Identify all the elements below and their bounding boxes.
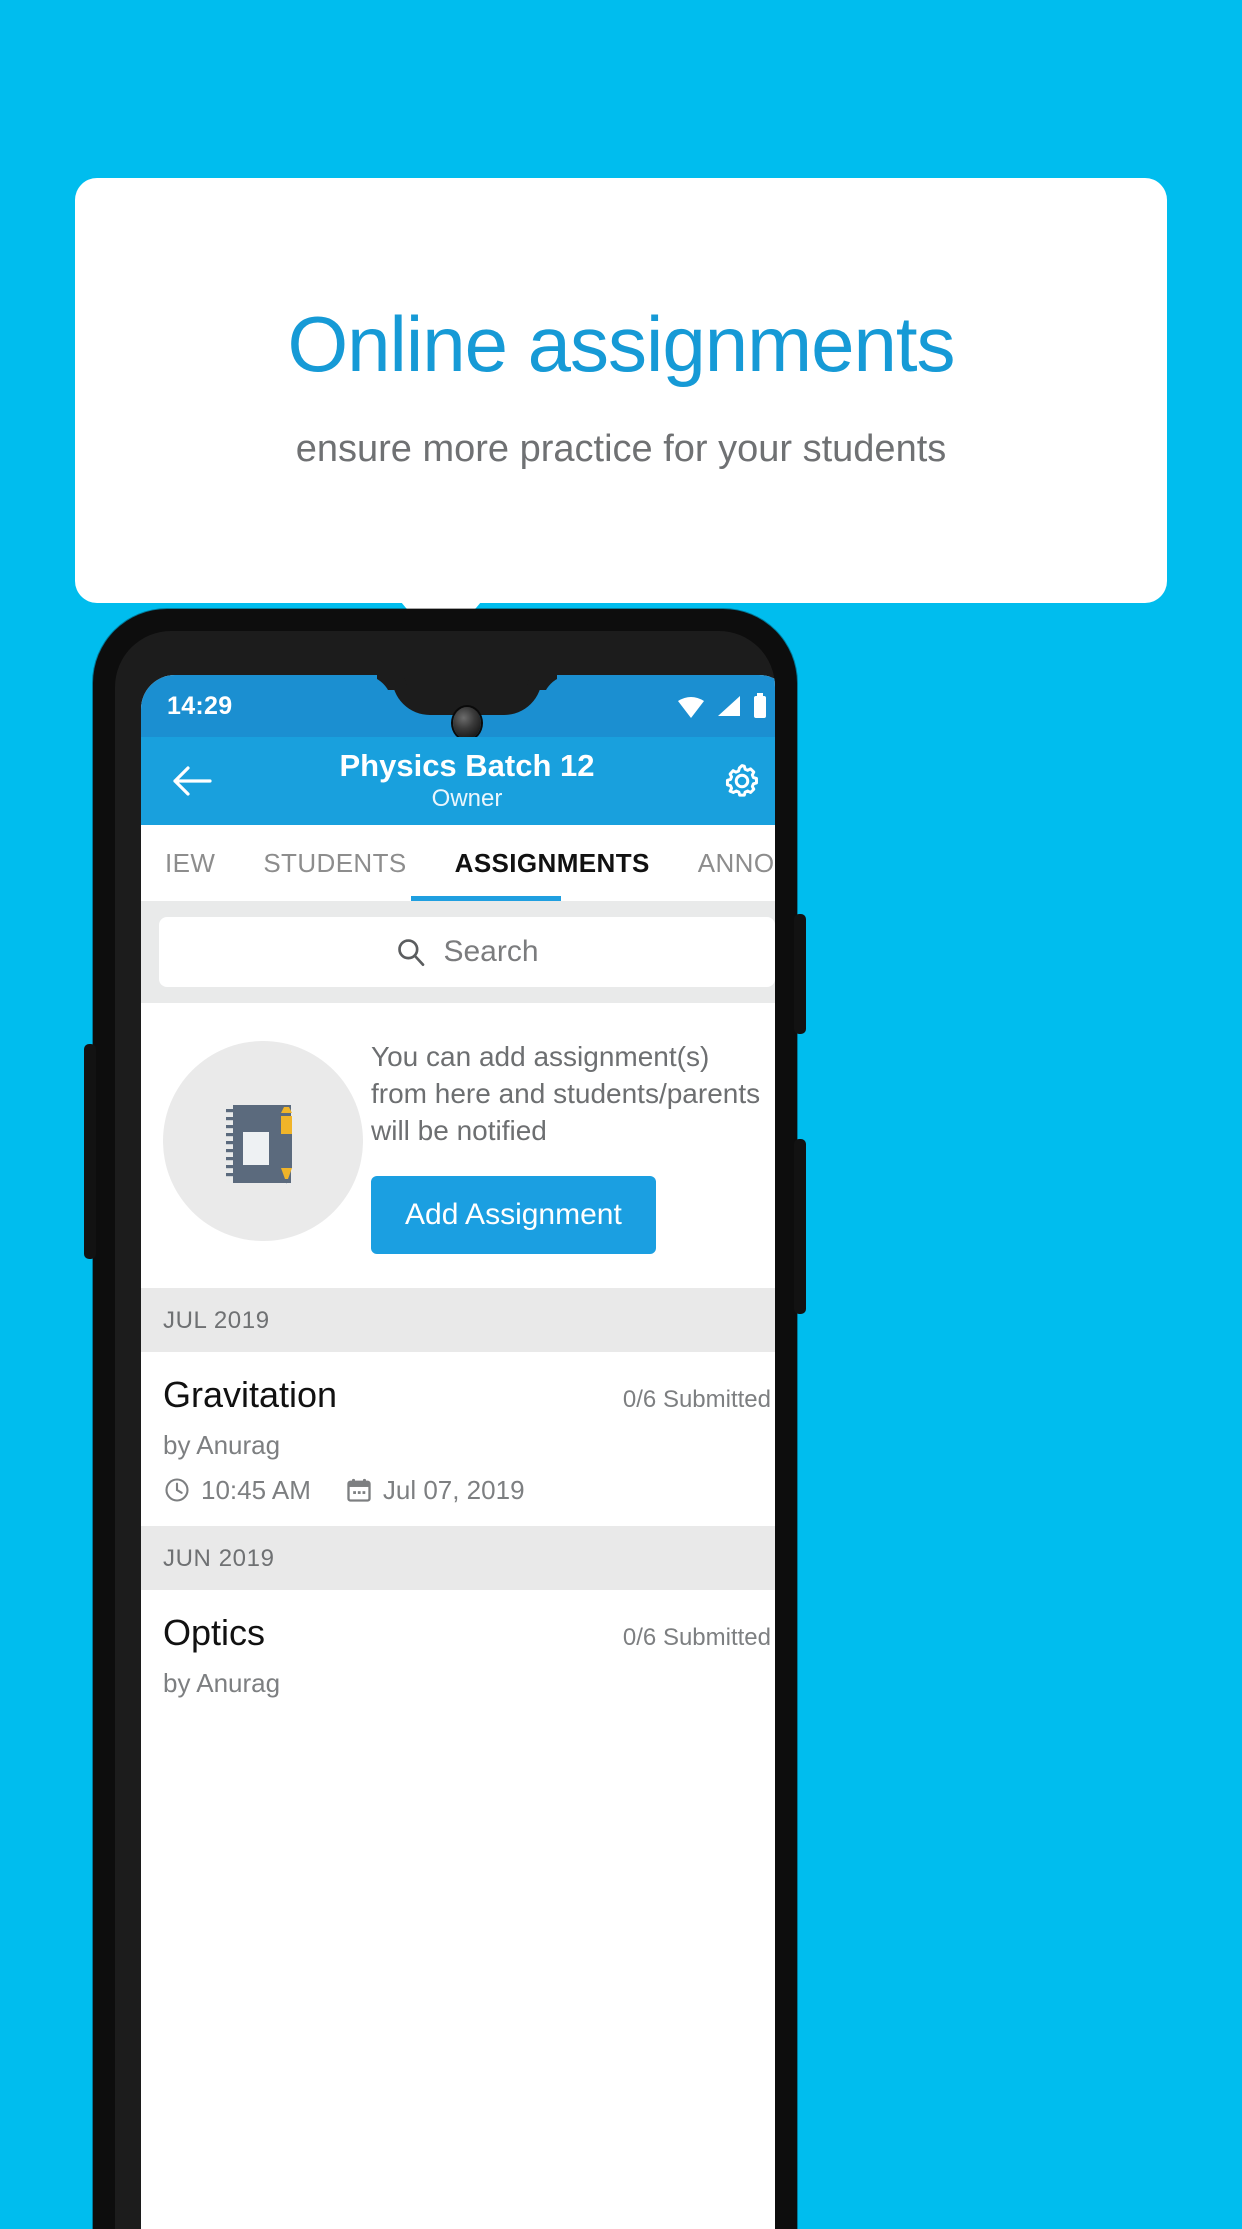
assignment-date-group: Jul 07, 2019 xyxy=(345,1475,525,1506)
empty-state-content: You can add assignment(s) from here and … xyxy=(371,1031,771,1254)
clock-icon xyxy=(165,1478,189,1502)
battery-icon xyxy=(754,693,766,718)
page-subtitle: Owner xyxy=(431,784,503,812)
settings-button[interactable] xyxy=(713,752,771,810)
assignment-title: Gravitation xyxy=(163,1373,338,1415)
front-camera-icon xyxy=(453,707,481,739)
tab-active-indicator xyxy=(411,896,561,901)
search-placeholder: Search xyxy=(443,935,539,968)
tab-overview[interactable]: IEW xyxy=(141,848,239,879)
assistant-button[interactable] xyxy=(84,1044,96,1259)
back-button[interactable] xyxy=(163,752,221,810)
promo-subtitle: ensure more practice for your students xyxy=(295,427,947,470)
search-input[interactable]: Search xyxy=(159,917,775,987)
assignment-author: by Anurag xyxy=(163,1667,281,1698)
empty-state-card: You can add assignment(s) from here and … xyxy=(141,1003,775,1288)
promo-speech-bubble: Online assignments ensure more practice … xyxy=(75,178,1167,603)
tab-students[interactable]: STUDENTS xyxy=(239,848,430,879)
gear-icon xyxy=(725,764,758,797)
calendar-icon xyxy=(347,1479,371,1503)
assignment-author: by Anurag xyxy=(163,1429,281,1460)
assignment-header-row: Optics 0/6 Submitted xyxy=(163,1612,771,1654)
month-header: JUL 2019 xyxy=(141,1287,775,1352)
assignment-submitted-count: 0/6 Submitted xyxy=(622,1385,771,1413)
notebook-and-pen-icon xyxy=(163,1041,363,1241)
status-bar-icons xyxy=(677,693,767,719)
cellular-signal-icon xyxy=(718,696,740,716)
app-bar-titles: Physics Batch 12 Owner xyxy=(221,748,713,813)
status-bar-clock: 14:29 xyxy=(167,691,233,720)
assignment-submitted-count: 0/6 Submitted xyxy=(622,1623,771,1651)
wifi-icon xyxy=(678,697,704,718)
status-bar: 14:29 xyxy=(141,675,775,739)
phone-device-frame: 14:29 Physics Batch 12 Owner IEW STUDENT… xyxy=(84,609,806,2229)
search-section: Search xyxy=(141,901,775,1003)
assignment-row[interactable]: Optics 0/6 Submitted by Anurag xyxy=(141,1589,775,1719)
assignment-header-row: Gravitation 0/6 Submitted xyxy=(163,1374,771,1416)
month-header: JUN 2019 xyxy=(141,1525,775,1590)
tab-announcements[interactable]: ANNOUNCEM xyxy=(674,848,775,879)
add-assignment-button[interactable]: Add Assignment xyxy=(371,1175,656,1254)
assignment-time: 10:45 AM xyxy=(201,1474,311,1505)
assignment-meta-row: 10:45 AM Jul 07, 2019 xyxy=(163,1475,771,1506)
phone-bezel: 14:29 Physics Batch 12 Owner IEW STUDENT… xyxy=(115,631,775,2229)
empty-state-message: You can add assignment(s) from here and … xyxy=(371,1041,761,1146)
volume-button[interactable] xyxy=(794,1139,806,1314)
app-bar: Physics Batch 12 Owner xyxy=(141,737,775,825)
page-title: Physics Batch 12 xyxy=(339,748,595,784)
phone-screen: 14:29 Physics Batch 12 Owner IEW STUDENT… xyxy=(141,675,775,2229)
promo-headline: Online assignments xyxy=(287,300,955,389)
assignment-time-group: 10:45 AM xyxy=(163,1475,311,1506)
tab-bar: IEW STUDENTS ASSIGNMENTS ANNOUNCEM xyxy=(141,825,775,901)
assignment-date: Jul 07, 2019 xyxy=(382,1474,525,1505)
assignment-row[interactable]: Gravitation 0/6 Submitted by Anurag 10:4… xyxy=(141,1351,775,1526)
power-button[interactable] xyxy=(794,914,806,1034)
search-icon xyxy=(398,939,425,966)
assignment-title: Optics xyxy=(163,1611,266,1653)
tab-assignments[interactable]: ASSIGNMENTS xyxy=(431,848,674,879)
arrow-left-icon xyxy=(173,766,212,796)
